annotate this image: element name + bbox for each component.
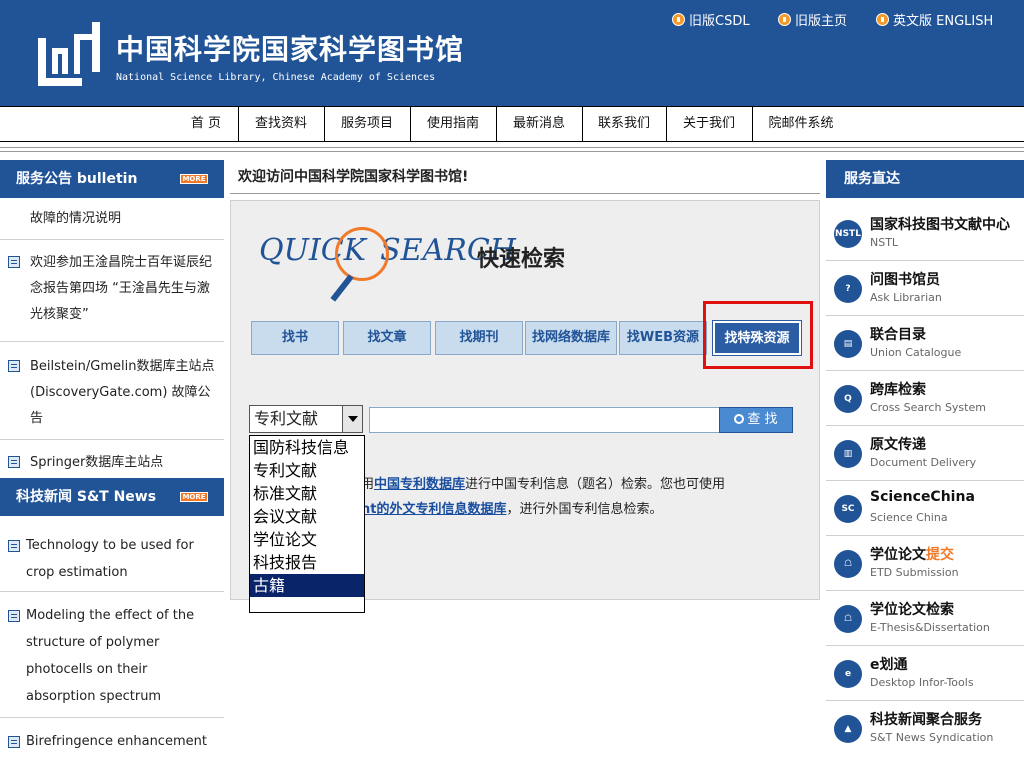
old-homepage-link[interactable]: 旧版主页	[778, 10, 847, 29]
service-ask-librarian[interactable]: ? 问图书馆员 Ask Librarian	[826, 261, 1024, 316]
nav-mail[interactable]: 院邮件系统	[756, 107, 846, 141]
quick-search-panel: QUICK SEARCH 快速检索 找书 找文章 找期刊 找网络数据库 找WEB资…	[230, 200, 820, 613]
highlight-box	[703, 301, 813, 369]
document-icon	[8, 456, 20, 468]
service-desktop-tools[interactable]: e e划通 Desktop Infor-Tools	[826, 646, 1024, 701]
news-item[interactable]: Modeling the effect of the structure of …	[0, 596, 224, 718]
foreign-patent-db-link[interactable]: nt的外文专利信息数据库	[361, 502, 506, 517]
search-hint-line-1: 用中国专利数据库进行中国专利信息（题名）检索。您也可使用	[361, 477, 726, 492]
search-hint-line-2: nt的外文专利信息数据库，进行外国专利信息检索。	[361, 502, 663, 517]
service-sciencechina[interactable]: SC ScienceChina Science China	[826, 481, 1024, 536]
news-item[interactable]: Birefringence enhancement	[0, 722, 224, 768]
bulletin-item[interactable]: 故障的情况说明	[0, 200, 224, 240]
document-icon	[8, 540, 20, 552]
nav-home[interactable]: 首 页	[180, 107, 232, 141]
service-etd-submission[interactable]: ☖ 学位论文提交 ETD Submission	[826, 536, 1024, 591]
quick-search-title: 快速检索	[477, 247, 566, 272]
nav-divider	[752, 107, 753, 141]
e-tools-icon: e	[834, 660, 862, 688]
tab-find-database[interactable]: 找网络数据库	[525, 321, 617, 355]
bullet-icon	[778, 13, 791, 26]
bulletin-header: 服务公告 bulletin MORE	[0, 160, 224, 198]
news-item[interactable]: Technology to be used for crop estimatio…	[0, 526, 224, 592]
bulletin-item[interactable]: 欢迎参加王淦昌院士百年诞辰纪念报告第四场 “王淦昌先生与激光核聚变”	[0, 242, 224, 342]
service-thesis-search[interactable]: ☖ 学位论文检索 E-Thesis&Dissertation	[826, 591, 1024, 646]
nav-contact[interactable]: 联系我们	[582, 107, 666, 141]
nav-about[interactable]: 关于我们	[666, 107, 752, 141]
bulletin-more-button[interactable]: MORE	[180, 174, 208, 184]
left-column: 服务公告 bulletin MORE 故障的情况说明 欢迎参加王淦昌院士百年诞辰…	[0, 160, 224, 768]
bullet-icon	[876, 13, 889, 26]
magnifier-icon	[335, 227, 389, 281]
nav-guide[interactable]: 使用指南	[410, 107, 496, 141]
magnifier-handle-icon	[330, 274, 354, 302]
chevron-down-icon[interactable]	[342, 406, 362, 432]
service-union-catalogue[interactable]: ▤ 联合目录 Union Catalogue	[826, 316, 1024, 371]
nstl-icon: NSTL	[834, 220, 862, 248]
bulletin-item[interactable]: Beilstein/Gmelin数据库主站点 (DiscoveryGate.co…	[0, 344, 224, 440]
tab-find-journal[interactable]: 找期刊	[435, 321, 523, 355]
search-icon: Q	[834, 385, 862, 413]
dropdown-option-selected[interactable]: 古籍	[250, 574, 364, 597]
librarian-icon: ?	[834, 275, 862, 303]
welcome-heading: 欢迎访问中国科学院国家科学图书馆!	[230, 160, 820, 194]
search-icon	[734, 414, 745, 424]
china-patent-db-link[interactable]: 中国专利数据库	[374, 477, 465, 492]
tab-find-article[interactable]: 找文章	[343, 321, 431, 355]
dropdown-option[interactable]: 学位论文	[250, 528, 364, 551]
document-icon	[8, 256, 20, 268]
site-subtitle: National Science Library, Chinese Academ…	[116, 72, 436, 83]
dropdown-option[interactable]: 国防科技信息	[250, 436, 364, 459]
resource-type-select[interactable]: 专利文献	[249, 405, 363, 433]
site-header: 中国科学院国家科学图书馆 National Science Library, C…	[0, 0, 1024, 106]
tab-find-book[interactable]: 找书	[251, 321, 339, 355]
service-document-delivery[interactable]: ▥ 原文传递 Document Delivery	[826, 426, 1024, 481]
service-cross-search[interactable]: Q 跨库检索 Cross Search System	[826, 371, 1024, 426]
service-news-syndication[interactable]: ▲ 科技新闻聚合服务 S&T News Syndication	[826, 701, 1024, 756]
dropdown-option[interactable]: 专利文献	[250, 459, 364, 482]
news-header: 科技新闻 S&T News MORE	[0, 478, 224, 516]
graduation-cap-icon: ☖	[834, 605, 862, 633]
graduation-cap-icon: ☖	[834, 550, 862, 578]
english-version-link[interactable]: 英文版 ENGLISH	[876, 10, 993, 29]
nav-services[interactable]: 服务项目	[324, 107, 410, 141]
resource-type-dropdown: 国防科技信息 专利文献 标准文献 会议文献 学位论文 科技报告 古籍	[249, 435, 365, 613]
sciencechina-icon: SC	[834, 495, 862, 523]
search-input[interactable]	[369, 407, 721, 433]
document-icon	[8, 610, 20, 622]
library-logo[interactable]	[36, 20, 102, 90]
tab-find-web[interactable]: 找WEB资源	[619, 321, 707, 355]
nav-find-resources[interactable]: 查找资料	[238, 107, 324, 141]
services-header: 服务直达	[826, 160, 1024, 198]
news-icon: ▲	[834, 715, 862, 743]
old-csdl-link[interactable]: 旧版CSDL	[672, 10, 750, 29]
service-nstl[interactable]: NSTL 国家科技图书文献中心 NSTL	[826, 206, 1024, 261]
catalogue-icon: ▤	[834, 330, 862, 358]
dropdown-option[interactable]: 科技报告	[250, 551, 364, 574]
dropdown-option[interactable]: 标准文献	[250, 482, 364, 505]
bullet-icon	[672, 13, 685, 26]
document-icon	[8, 736, 20, 748]
document-icon: ▥	[834, 440, 862, 468]
bulletin-item[interactable]: Springer数据库主站点	[0, 442, 224, 470]
center-column: 欢迎访问中国科学院国家科学图书馆! QUICK SEARCH 快速检索 找书 找文…	[230, 160, 820, 768]
site-title: 中国科学院国家科学图书馆	[116, 33, 465, 66]
nav-news[interactable]: 最新消息	[496, 107, 582, 141]
document-icon	[8, 360, 20, 372]
news-more-button[interactable]: MORE	[180, 492, 208, 502]
main-nav: 首 页 查找资料 服务项目 使用指南 最新消息 联系我们 关于我们 院邮件系统	[0, 106, 1024, 142]
nav-divider-bar	[0, 147, 1024, 152]
right-column: 服务直达 NSTL 国家科技图书文献中心 NSTL ? 问图书馆员 Ask Li…	[826, 160, 1024, 768]
dropdown-option[interactable]: 会议文献	[250, 505, 364, 528]
search-button[interactable]: 查 找	[719, 407, 793, 433]
